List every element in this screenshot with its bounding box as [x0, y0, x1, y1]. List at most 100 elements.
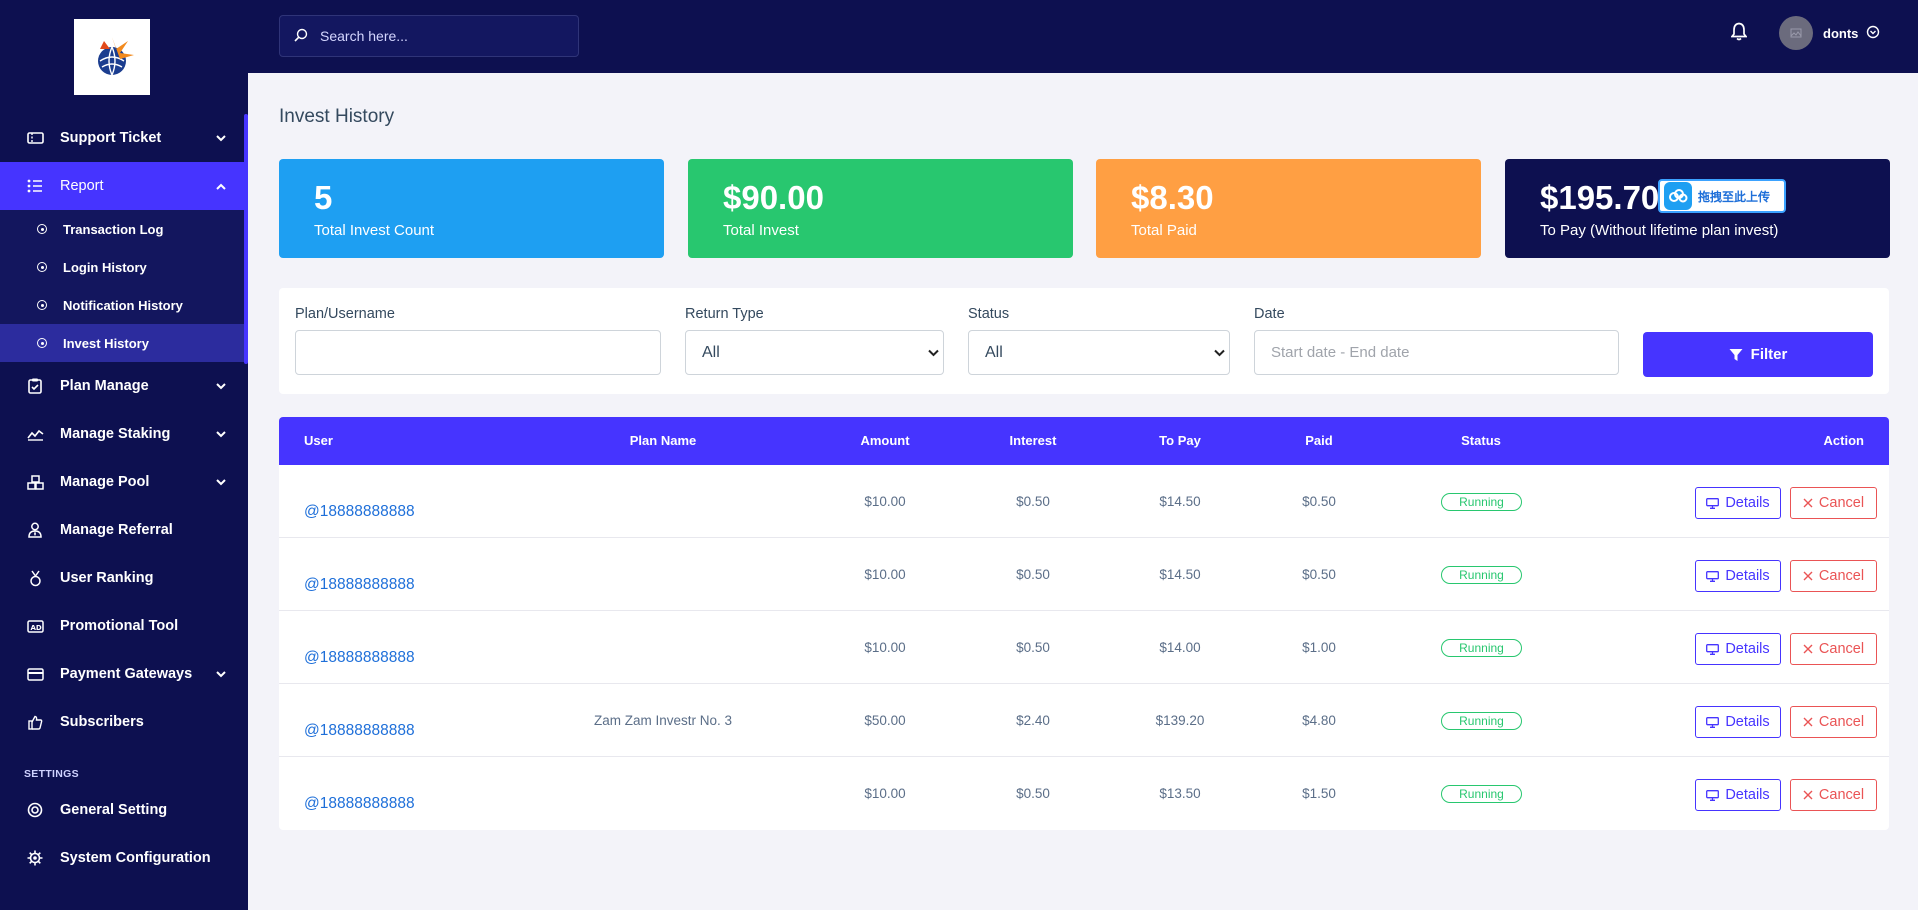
clipboard-check-icon — [26, 377, 44, 395]
sidebar-subitem-transaction-log[interactable]: Transaction Log — [0, 210, 248, 248]
sidebar-item-support-ticket[interactable]: Support Ticket — [0, 114, 248, 162]
user-link[interactable]: @18888888888 — [304, 722, 415, 740]
stat-label: To Pay (Without lifetime plan invest) — [1540, 222, 1779, 239]
col-header-paid: Paid — [1305, 433, 1333, 448]
filter-button-label: Filter — [1750, 346, 1788, 363]
to-pay-cell: $14.50 — [1159, 567, 1201, 582]
username: donts — [1823, 25, 1859, 41]
sidebar-item-manage-pool[interactable]: Manage Pool — [0, 458, 248, 506]
user-tie-icon — [26, 521, 44, 539]
paid-cell: $0.50 — [1302, 567, 1336, 582]
filter-return-type-group: Return Type All — [685, 306, 944, 375]
details-button[interactable]: Details — [1695, 560, 1781, 592]
col-header-amount: Amount — [860, 433, 910, 448]
table-header: User Plan Name Amount Interest To Pay Pa… — [279, 417, 1889, 465]
sidebar-item-label: Subscribers — [60, 714, 144, 730]
amount-cell: $10.00 — [864, 640, 906, 655]
stat-label: Total Invest Count — [314, 222, 435, 239]
upload-overlay-button[interactable]: 拖拽至此上传 — [1658, 179, 1786, 213]
col-header-action: Action — [1823, 433, 1864, 448]
sidebar-item-label: Plan Manage — [60, 378, 149, 394]
interest-cell: $0.50 — [1016, 786, 1050, 801]
desktop-icon — [1706, 789, 1720, 801]
topbar: donts — [248, 0, 1918, 73]
amount-cell: $50.00 — [864, 713, 906, 728]
details-button-label: Details — [1725, 787, 1770, 803]
sidebar-item-manage-referral[interactable]: Manage Referral — [0, 506, 248, 554]
filter-return-type-label: Return Type — [685, 306, 764, 322]
cancel-button[interactable]: Cancel — [1790, 633, 1877, 665]
sidebar-subitem-login-history[interactable]: Login History — [0, 248, 248, 286]
sidebar-item-report[interactable]: Report — [0, 162, 248, 210]
details-button[interactable]: Details — [1695, 779, 1781, 811]
stat-card-to-pay: $195.70 To Pay (Without lifetime plan in… — [1505, 159, 1890, 258]
paid-cell: $4.80 — [1302, 713, 1336, 728]
cancel-button[interactable]: Cancel — [1790, 779, 1877, 811]
sidebar-subitem-invest-history[interactable]: Invest History — [0, 324, 248, 362]
stat-card-total-paid: $8.30 Total Paid — [1096, 159, 1481, 258]
cancel-button[interactable]: Cancel — [1790, 706, 1877, 738]
close-icon — [1803, 790, 1813, 800]
status-badge: Running — [1441, 639, 1522, 657]
filter-form: Plan/Username Return Type All Status All… — [279, 288, 1889, 394]
filter-status-label: Status — [968, 306, 1010, 322]
plan-username-input[interactable] — [295, 330, 661, 375]
plan-name-cell: Zam Zam Investr No. 3 — [593, 713, 733, 728]
desktop-icon — [1706, 716, 1720, 728]
search-input[interactable] — [320, 28, 560, 44]
user-link[interactable]: @18888888888 — [304, 649, 415, 667]
cancel-button[interactable]: Cancel — [1790, 560, 1877, 592]
amount-cell: $10.00 — [864, 494, 906, 509]
user-link[interactable]: @18888888888 — [304, 503, 415, 521]
status-select[interactable]: All — [968, 330, 1230, 375]
table-row: @18888888888 $10.00 $0.50 $14.50 $0.50 R… — [279, 538, 1889, 611]
chevron-down-icon — [216, 474, 226, 490]
interest-cell: $0.50 — [1016, 567, 1050, 582]
cancel-button-label: Cancel — [1818, 495, 1865, 511]
return-type-select[interactable]: All — [685, 330, 944, 375]
sidebar-item-subscribers[interactable]: Subscribers — [0, 698, 248, 746]
stat-value: $8.30 — [1131, 179, 1214, 216]
user-menu[interactable]: donts — [1779, 16, 1880, 50]
stat-value: $90.00 — [723, 179, 824, 216]
logo[interactable] — [74, 19, 150, 95]
sidebar-menu-lower: Plan Manage Manage Staking Manage Pool M… — [0, 362, 248, 746]
sidebar-item-label: Report — [60, 178, 104, 194]
user-link[interactable]: @18888888888 — [304, 576, 415, 594]
medal-icon — [26, 569, 44, 587]
date-range-input[interactable]: Start date - End date — [1254, 330, 1619, 375]
filter-plan-label: Plan/Username — [295, 306, 395, 322]
to-pay-cell: $13.50 — [1159, 786, 1201, 801]
col-header-interest: Interest — [1009, 433, 1057, 448]
sidebar-menu-settings: General Setting System Configuration — [0, 786, 248, 882]
filter-button[interactable]: Filter — [1643, 332, 1873, 377]
filter-status-group: Status All — [968, 306, 1230, 375]
sidebar-subitem-notification-history[interactable]: Notification History — [0, 286, 248, 324]
sidebar-item-manage-staking[interactable]: Manage Staking — [0, 410, 248, 458]
invest-table: User Plan Name Amount Interest To Pay Pa… — [279, 417, 1889, 830]
interest-cell: $0.50 — [1016, 494, 1050, 509]
cancel-button-label: Cancel — [1818, 568, 1865, 584]
sidebar-item-plan-manage[interactable]: Plan Manage — [0, 362, 248, 410]
notification-bell-icon[interactable] — [1730, 22, 1748, 44]
circle-dot-icon — [37, 224, 47, 234]
sidebar-item-user-ranking[interactable]: User Ranking — [0, 554, 248, 602]
cancel-button[interactable]: Cancel — [1790, 487, 1877, 519]
close-icon — [1803, 644, 1813, 654]
user-link[interactable]: @18888888888 — [304, 795, 415, 813]
cubes-icon — [26, 473, 44, 491]
details-button[interactable]: Details — [1695, 633, 1781, 665]
search-box[interactable] — [279, 15, 579, 57]
table-row: @18888888888 $10.00 $0.50 $14.00 $1.00 R… — [279, 611, 1889, 684]
details-button[interactable]: Details — [1695, 706, 1781, 738]
chart-line-icon — [26, 425, 44, 443]
sidebar-item-promotional-tool[interactable]: AD Promotional Tool — [0, 602, 248, 650]
sidebar-item-label: Manage Referral — [60, 522, 173, 538]
details-button[interactable]: Details — [1695, 487, 1781, 519]
stat-cards: 5 Total Invest Count $90.00 Total Invest… — [279, 159, 1890, 258]
sidebar-item-payment-gateways[interactable]: Payment Gateways — [0, 650, 248, 698]
sidebar-item-general-setting[interactable]: General Setting — [0, 786, 248, 834]
sidebar-item-system-configuration[interactable]: System Configuration — [0, 834, 248, 882]
table-row: @18888888888 Zam Zam Investr No. 3 $50.0… — [279, 684, 1889, 757]
cancel-button-label: Cancel — [1818, 714, 1865, 730]
